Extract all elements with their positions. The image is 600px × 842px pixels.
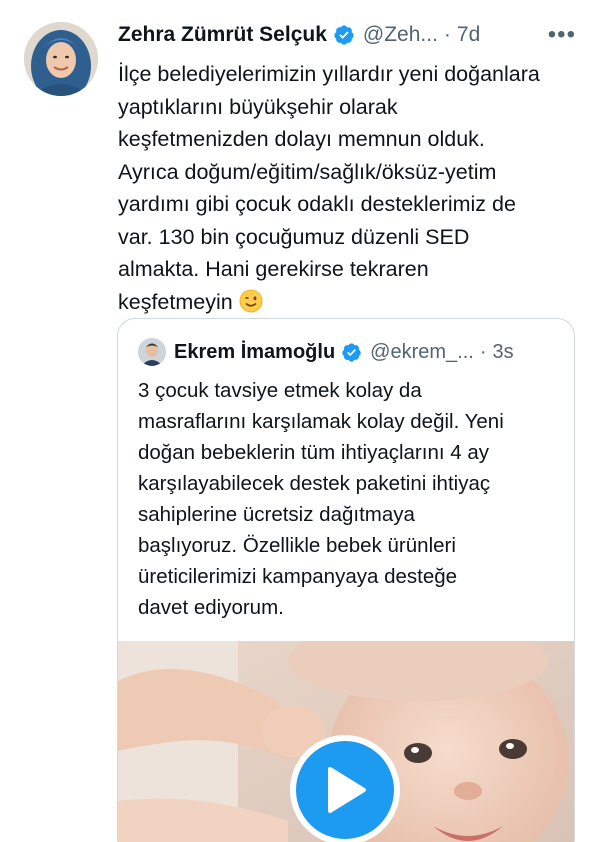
play-button[interactable]: [290, 735, 400, 842]
verified-badge-icon: [334, 25, 354, 45]
quoted-tweet-header: Ekrem İmamoğlu @ekrem_... · 3s: [138, 337, 560, 367]
tweet-text-line: Ayrıca doğum/eğitim/sağlık/öksüz-yetim: [118, 159, 497, 184]
quoted-text-line: 3 çocuk tavsiye etmek kolay da: [138, 379, 422, 402]
author-handle[interactable]: @Zeh...: [363, 18, 438, 52]
winking-face-emoji-icon: [239, 289, 263, 312]
tweet-text: İlçe belediyelerimizin yıllardır yeni do…: [118, 58, 578, 318]
quoted-tweet-text: 3 çocuk tavsiye etmek kolay da masraflar…: [138, 375, 558, 623]
verified-badge-icon: [342, 342, 361, 362]
tweet[interactable]: Zehra Zümrüt Selçuk @Zeh... · 7d ••• İlç…: [0, 0, 600, 842]
quoted-tweet-card[interactable]: Ekrem İmamoğlu @ekrem_... · 3s 3 çocuk t…: [117, 318, 575, 842]
tweet-text-line: İlçe belediyelerimizin yıllardır yeni do…: [118, 62, 540, 86]
quoted-author-handle: @ekrem_...: [370, 340, 474, 363]
play-icon: [328, 767, 366, 813]
tweet-text-line: keşfetmeyin: [118, 289, 233, 314]
quoted-text-line: karşılayabilecek destek paketini ihtiyaç: [138, 472, 491, 495]
separator-dot: ·: [443, 23, 451, 46]
tweet-text-line: yardımı gibi çocuk odaklı desteklerimiz …: [118, 192, 516, 216]
quoted-author-name: Ekrem İmamoğlu: [174, 340, 336, 363]
quoted-text-line: üreticilerimizi kampanyaya desteğe: [138, 565, 458, 588]
video-thumbnail[interactable]: [118, 641, 574, 842]
tweet-header: Zehra Zümrüt Selçuk @Zeh... · 7d •••: [118, 18, 580, 52]
quoted-text-line: masraflarını karşılamak kolay değil. Yen…: [138, 410, 504, 433]
author-name[interactable]: Zehra Zümrüt Selçuk: [118, 18, 327, 52]
avatar[interactable]: [24, 22, 98, 96]
quoted-text-line: başlıyoruz. Özellikle bebek ürünleri: [138, 534, 456, 557]
separator-dot: ·: [479, 340, 487, 363]
tweet-text-line-last: keşfetmeyin: [118, 286, 578, 319]
quoted-avatar: [138, 338, 166, 366]
quoted-text-line: sahiplerine ücretsiz dağıtmaya: [138, 503, 415, 526]
timestamp[interactable]: 7d: [457, 18, 480, 52]
quoted-text-line: doğan bebeklerin tüm ihtiyaçlarını 4 ay: [138, 441, 489, 464]
more-options-icon[interactable]: •••: [548, 18, 576, 52]
tweet-text-line: yaptıklarını büyükşehir olarak: [118, 94, 398, 119]
tweet-text-line: keşfetmenizden dolayı memnun olduk.: [118, 127, 485, 151]
quoted-text-line: davet ediyorum.: [138, 596, 284, 619]
tweet-text-line: var. 130 bin çocuğumuz düzenli SED: [118, 224, 470, 249]
quoted-timestamp: 3s: [492, 340, 514, 363]
tweet-text-line: almakta. Hani gerekirse tekraren: [118, 257, 429, 281]
